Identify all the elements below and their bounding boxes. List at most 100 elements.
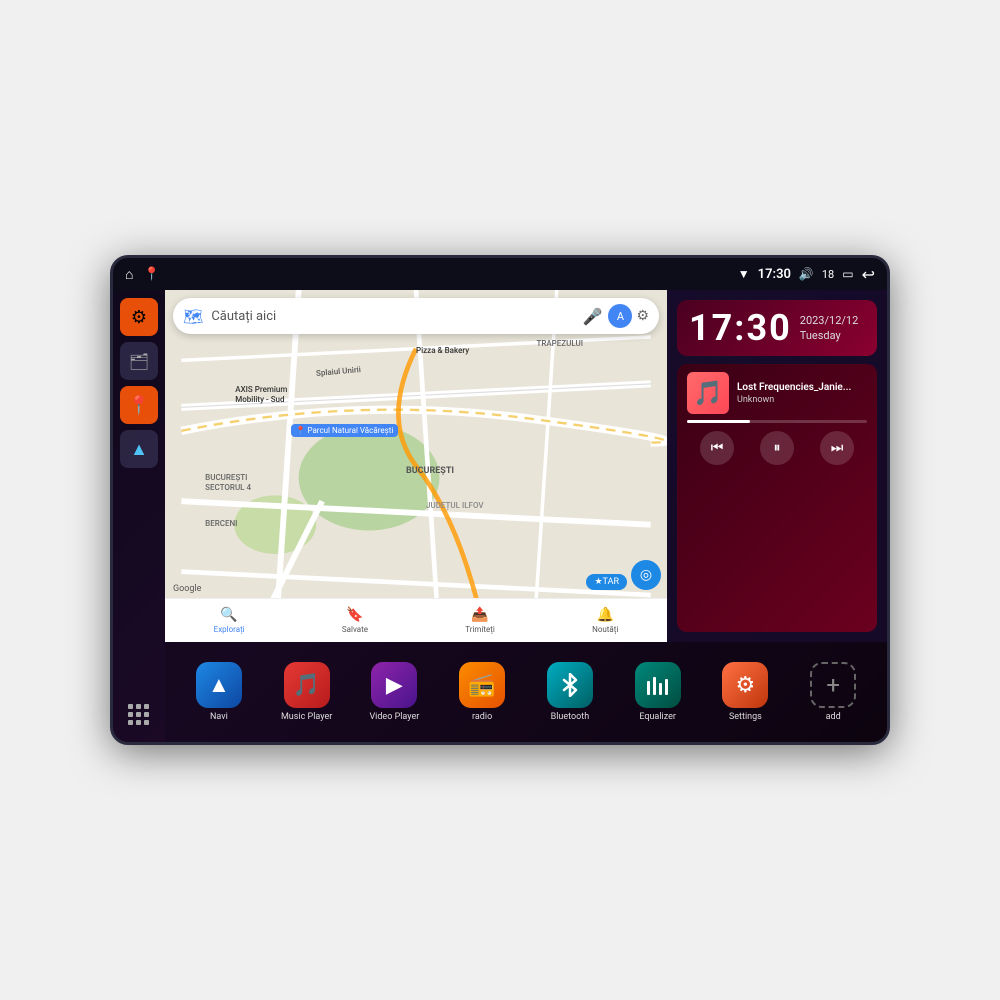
top-section: AXIS PremiumMobility - Sud Pizza & Baker… bbox=[165, 290, 887, 642]
video-player-icon: ▶ bbox=[371, 662, 417, 708]
music-artist: Unknown bbox=[737, 395, 867, 405]
map-label-axis: AXIS PremiumMobility - Sud bbox=[235, 385, 287, 404]
settings-app-icon: ⚙ bbox=[722, 662, 768, 708]
google-maps-icon: 🗺 bbox=[183, 307, 203, 326]
volume-icon[interactable]: 🔊 bbox=[799, 267, 814, 281]
next-icon: ⏭ bbox=[831, 440, 844, 456]
apps-section: ▲ Navi 🎵 Music Player ▶ Video Player bbox=[165, 642, 887, 742]
app-navi[interactable]: ▲ Navi bbox=[184, 662, 254, 722]
bluetooth-label: Bluetooth bbox=[551, 712, 590, 722]
clock-date-value: 2023/12/12 bbox=[800, 313, 859, 328]
navi-icon: ▲ bbox=[196, 662, 242, 708]
sidebar: ⚙ 🗂 📍 ▲ bbox=[113, 290, 165, 742]
search-input[interactable]: Căutați aici bbox=[211, 309, 582, 324]
map-label-pizza: Pizza & Bakery bbox=[416, 346, 469, 355]
next-track-btn[interactable]: ⏭ bbox=[820, 431, 854, 465]
add-app-icon: + bbox=[810, 662, 856, 708]
sidebar-files-btn[interactable]: 🗂 bbox=[120, 342, 158, 380]
status-left: ⌂ 📍 bbox=[125, 266, 160, 283]
status-bar: ⌂ 📍 ▼ 17:30 🔊 18 ▭ ↩ bbox=[113, 258, 887, 290]
prev-icon: ⏮ bbox=[711, 440, 724, 456]
map-marker-park[interactable]: 📍 Parcul Natural Văcărești bbox=[291, 424, 399, 437]
right-panel: 17:30 2023/12/12 Tuesday 🎵 bbox=[667, 290, 887, 642]
maps-settings-icon[interactable]: ⚙ bbox=[636, 308, 649, 324]
maps-search-bar[interactable]: 🗺 Căutați aici 🎤 A ⚙ bbox=[173, 298, 659, 334]
map-label-berceni: BERCENI bbox=[205, 519, 237, 528]
files-icon: 🗂 bbox=[129, 352, 149, 371]
music-player-label: Music Player bbox=[281, 712, 332, 722]
maps-tab-share[interactable]: 📤 Trimiteți bbox=[465, 607, 495, 634]
app-radio[interactable]: 📻 radio bbox=[447, 662, 517, 722]
maps-tab-news-label: Noutăți bbox=[592, 625, 618, 634]
clock-time: 17:30 bbox=[689, 310, 792, 346]
maps-tab-news[interactable]: 🔔 Noutăți bbox=[592, 607, 618, 634]
status-time: 17:30 bbox=[758, 267, 791, 282]
microphone-icon[interactable]: 🎤 bbox=[583, 307, 603, 326]
maps-tab-saved[interactable]: 🔖 Salvate bbox=[342, 607, 368, 634]
sidebar-maps-btn[interactable]: 📍 bbox=[120, 386, 158, 424]
maps-shortcut-icon[interactable]: 📍 bbox=[143, 267, 159, 282]
music-title: Lost Frequencies_Janie... bbox=[737, 382, 867, 393]
share-icon: 📤 bbox=[471, 607, 488, 623]
app-video-player[interactable]: ▶ Video Player bbox=[359, 662, 429, 722]
main-area: ⚙ 🗂 📍 ▲ bbox=[113, 290, 887, 742]
equalizer-icon bbox=[635, 662, 681, 708]
map-label-sector4: BUCUREȘTISECTORUL 4 bbox=[205, 473, 251, 494]
star-btn[interactable]: ★TAR bbox=[586, 574, 627, 590]
music-widget: 🎵 Lost Frequencies_Janie... Unknown bbox=[677, 364, 877, 632]
apps-grid-icon bbox=[128, 704, 150, 726]
maps-bottom-bar: 🔍 Explorați 🔖 Salvate 📤 Trimiteți � bbox=[165, 598, 667, 642]
pause-btn[interactable]: ⏸ bbox=[760, 431, 794, 465]
sidebar-navi-btn[interactable]: ▲ bbox=[120, 430, 158, 468]
music-player-icon: 🎵 bbox=[284, 662, 330, 708]
prev-track-btn[interactable]: ⏮ bbox=[700, 431, 734, 465]
radio-label: radio bbox=[472, 712, 492, 722]
settings-icon: ⚙ bbox=[131, 307, 147, 328]
app-equalizer[interactable]: Equalizer bbox=[623, 662, 693, 722]
home-icon[interactable]: ⌂ bbox=[125, 266, 133, 283]
album-art: 🎵 bbox=[687, 372, 729, 414]
battery-icon: ▭ bbox=[842, 267, 853, 281]
music-progress-bar[interactable] bbox=[687, 420, 867, 423]
car-head-unit: ⌂ 📍 ▼ 17:30 🔊 18 ▭ ↩ ⚙ 🗂 📍 ▲ bbox=[110, 255, 890, 745]
radio-icon: 📻 bbox=[459, 662, 505, 708]
user-avatar[interactable]: A bbox=[608, 304, 632, 328]
maps-tab-explore-label: Explorați bbox=[214, 625, 245, 634]
battery-level: 18 bbox=[822, 268, 834, 281]
sidebar-apps-btn[interactable] bbox=[120, 696, 158, 734]
content-area: AXIS PremiumMobility - Sud Pizza & Baker… bbox=[165, 290, 887, 742]
app-add[interactable]: + add bbox=[798, 662, 868, 722]
google-logo: Google bbox=[173, 584, 201, 594]
music-progress-fill bbox=[687, 420, 750, 423]
map-label-trapezului: TRAPEZULUI bbox=[536, 339, 583, 348]
sidebar-settings-btn[interactable]: ⚙ bbox=[120, 298, 158, 336]
add-label: add bbox=[826, 712, 841, 722]
map-background: AXIS PremiumMobility - Sud Pizza & Baker… bbox=[165, 290, 667, 642]
music-info: 🎵 Lost Frequencies_Janie... Unknown bbox=[687, 372, 867, 414]
back-icon[interactable]: ↩ bbox=[862, 265, 875, 284]
pause-icon: ⏸ bbox=[774, 440, 781, 456]
clock-date: 2023/12/12 Tuesday bbox=[800, 313, 859, 344]
app-music-player[interactable]: 🎵 Music Player bbox=[272, 662, 342, 722]
clock-day-value: Tuesday bbox=[800, 328, 859, 343]
maps-tab-saved-label: Salvate bbox=[342, 625, 368, 634]
app-settings[interactable]: ⚙ Settings bbox=[710, 662, 780, 722]
maps-tab-share-label: Trimiteți bbox=[465, 625, 495, 634]
saved-icon: 🔖 bbox=[346, 607, 363, 623]
my-location-btn[interactable]: ◎ bbox=[631, 560, 661, 590]
map-label-bucuresti: BUCUREȘTI bbox=[406, 466, 454, 476]
map-container[interactable]: AXIS PremiumMobility - Sud Pizza & Baker… bbox=[165, 290, 667, 642]
equalizer-label: Equalizer bbox=[639, 712, 676, 722]
music-details: Lost Frequencies_Janie... Unknown bbox=[737, 382, 867, 405]
status-right: ▼ 17:30 🔊 18 ▭ ↩ bbox=[738, 265, 875, 284]
clock-widget: 17:30 2023/12/12 Tuesday bbox=[677, 300, 877, 356]
maps-tab-explore[interactable]: 🔍 Explorați bbox=[214, 607, 245, 634]
navi-label: Navi bbox=[210, 712, 228, 722]
music-controls: ⏮ ⏸ ⏭ bbox=[687, 431, 867, 465]
settings-label: Settings bbox=[729, 712, 762, 722]
news-icon: 🔔 bbox=[597, 607, 614, 623]
wifi-icon: ▼ bbox=[738, 267, 750, 281]
map-pin-icon: 📍 bbox=[128, 395, 150, 416]
app-bluetooth[interactable]: Bluetooth bbox=[535, 662, 605, 722]
navigation-icon: ▲ bbox=[130, 439, 148, 460]
